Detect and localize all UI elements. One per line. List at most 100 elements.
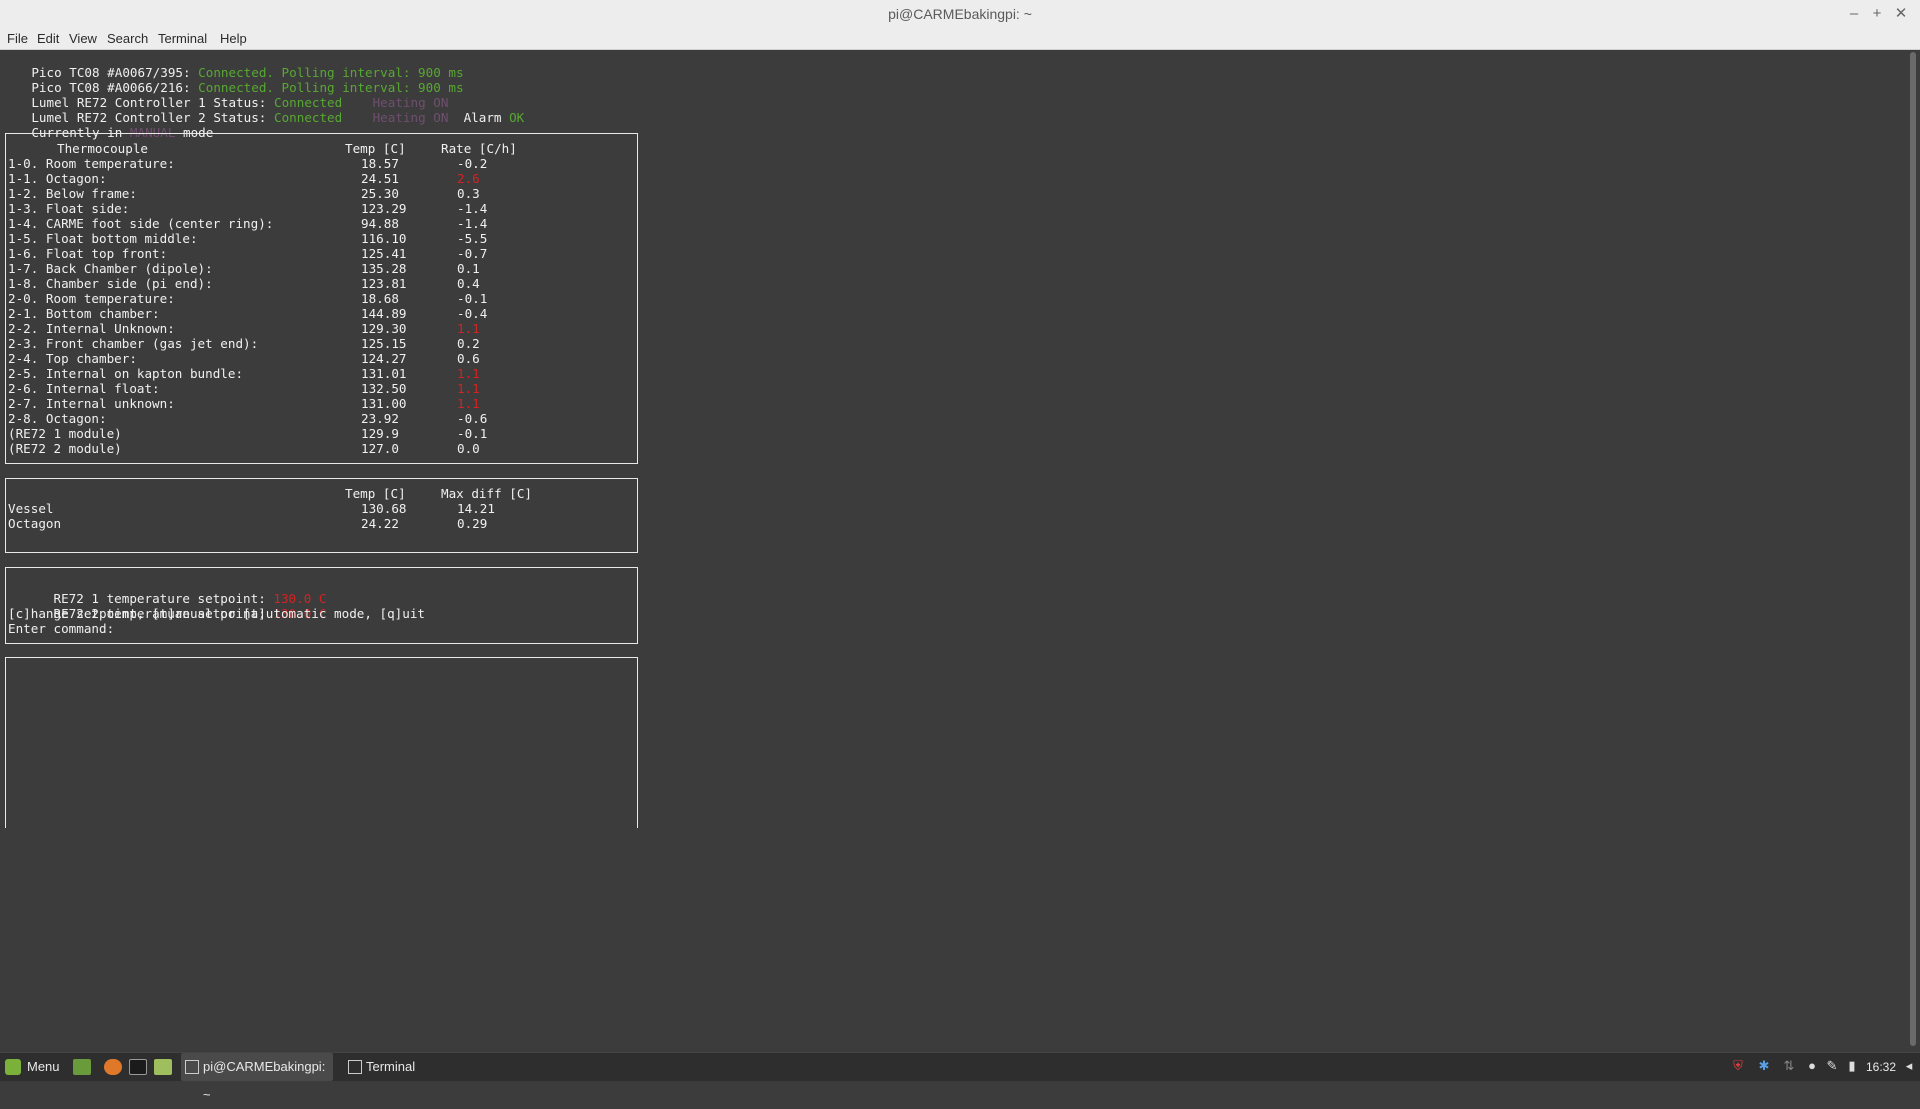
pico2-status-line: Pico TC08 #A0066/216: Connected. Polling… — [31, 80, 464, 95]
command-prompt[interactable]: Enter command: — [8, 621, 114, 636]
re72-2-connection: Connected — [273, 110, 343, 125]
tc-row-rate: 1.1 — [457, 321, 480, 336]
tc-row-rate: 0.0 — [457, 441, 480, 456]
tc-row-rate: -0.1 — [457, 291, 488, 306]
tc-row-name: 2-7. Internal unknown: — [8, 396, 175, 411]
header-rate: Rate [C/h] — [441, 141, 517, 156]
close-button[interactable]: ✕ — [1891, 4, 1911, 24]
scrollbar-thumb[interactable] — [1910, 52, 1916, 1046]
tc-row-temp: 132.50 — [361, 381, 407, 396]
terminal-scrollbar[interactable] — [1906, 50, 1920, 1050]
show-desktop-icon[interactable] — [73, 1059, 91, 1075]
tc-row-name: 2-6. Internal float: — [8, 381, 160, 396]
pen-icon[interactable]: ✎ — [1825, 1059, 1839, 1073]
terminal-area[interactable]: Pico TC08 #A0067/395: Connected. Polling… — [0, 50, 1905, 1050]
tc-row-rate: -0.2 — [457, 156, 488, 171]
tc-row-name: 2-5. Internal on kapton bundle: — [8, 366, 244, 381]
volume-icon[interactable]: ◂ — [1902, 1059, 1916, 1073]
mode-line: Currently in MANUAL mode — [31, 125, 214, 140]
tc-row-rate: 0.2 — [457, 336, 480, 351]
tc-row-temp: 23.92 — [361, 411, 399, 426]
tc-row-name: (RE72 1 module) — [8, 426, 122, 441]
start-menu-button[interactable]: Menu — [3, 1053, 63, 1081]
task-active-terminal[interactable]: pi@CARMEbakingpi: ~ — [181, 1053, 333, 1102]
tc-row-rate: -0.1 — [457, 426, 488, 441]
task-terminal-icon — [185, 1060, 199, 1074]
maximize-button[interactable]: + — [1867, 4, 1887, 24]
tc-row-rate: 0.1 — [457, 261, 480, 276]
tc-row-temp: 129.9 — [361, 426, 399, 441]
summary-table: Temp [C] Max diff [C] Vessel 130.68 14.2… — [5, 478, 638, 553]
mint-logo-icon — [5, 1059, 21, 1075]
header-temp: Temp [C] — [345, 141, 406, 156]
tc-row-name: 2-4. Top chamber: — [8, 351, 137, 366]
thermocouple-table: Thermocouple Temp [C] Rate [C/h] 1-0. Ro… — [5, 133, 638, 464]
user-icon[interactable]: ● — [1805, 1059, 1819, 1073]
tc-row-rate: 2.6 — [457, 171, 480, 186]
tc-row-temp: 18.57 — [361, 156, 399, 171]
tc-row-name: 1-0. Room temperature: — [8, 156, 175, 171]
summary-vessel-diff: 14.21 — [457, 501, 495, 516]
menu-help[interactable]: Help — [220, 30, 247, 48]
task-terminal[interactable]: Terminal — [346, 1053, 501, 1081]
tc-row-temp: 18.68 — [361, 291, 399, 306]
tc-row-name: 2-2. Internal Unknown: — [8, 321, 175, 336]
tc-row-name: 1-1. Octagon: — [8, 171, 107, 186]
tc-row-name: 2-1. Bottom chamber: — [8, 306, 160, 321]
log-panel — [5, 657, 638, 828]
files-icon[interactable] — [154, 1059, 172, 1075]
menu-edit[interactable]: Edit — [37, 30, 59, 48]
menu-file[interactable]: File — [7, 30, 28, 48]
firefox-icon[interactable] — [104, 1059, 122, 1075]
window-title: pi@CARMEbakingpi: ~ — [888, 6, 1032, 22]
pico1-status-line: Pico TC08 #A0067/395: Connected. Polling… — [31, 65, 464, 80]
tc-row-name: 1-3. Float side: — [8, 201, 130, 216]
tc-row-rate: 0.3 — [457, 186, 480, 201]
tc-row-rate: 1.1 — [457, 366, 480, 381]
summary-octagon-temp: 24.22 — [361, 516, 399, 531]
tc-row-temp: 124.27 — [361, 351, 407, 366]
tc-row-rate: 1.1 — [457, 381, 480, 396]
tc-row-name: 2-8. Octagon: — [8, 411, 107, 426]
network-icon[interactable]: ⇅ — [1782, 1059, 1796, 1073]
menu-search[interactable]: Search — [107, 30, 148, 48]
tc-row-rate: -0.4 — [457, 306, 488, 321]
tc-row-rate: 0.4 — [457, 276, 480, 291]
tc-row-temp: 131.01 — [361, 366, 407, 381]
tc-row-temp: 116.10 — [361, 231, 407, 246]
terminal-launcher-icon[interactable] — [129, 1059, 147, 1075]
command-panel: RE72 1 temperature setpoint: 130.0 C RE7… — [5, 567, 638, 644]
tc-row-name: 1-4. CARME foot side (center ring): — [8, 216, 274, 231]
re72-2-heating: Heating ON — [372, 110, 449, 125]
battery-icon[interactable]: ▮ — [1845, 1059, 1859, 1073]
minimize-button[interactable]: – — [1844, 4, 1864, 24]
summary-octagon-name: Octagon — [8, 516, 62, 531]
tc-row-rate: 0.6 — [457, 351, 480, 366]
summary-vessel-temp: 130.68 — [361, 501, 407, 516]
menu-terminal[interactable]: Terminal — [158, 30, 207, 48]
shield-icon[interactable]: ⛨ — [1731, 1059, 1745, 1073]
tc-row-rate: -0.7 — [457, 246, 488, 261]
task-terminal-icon-2 — [348, 1060, 362, 1074]
tc-row-temp: 131.00 — [361, 396, 407, 411]
tc-row-temp: 125.15 — [361, 336, 407, 351]
window-titlebar[interactable]: pi@CARMEbakingpi: ~ – + ✕ — [0, 0, 1920, 30]
header-thermocouple: Thermocouple — [57, 141, 148, 156]
tc-row-temp: 123.29 — [361, 201, 407, 216]
tc-row-name: 1-7. Back Chamber (dipole): — [8, 261, 213, 276]
tc-row-name: 2-3. Front chamber (gas jet end): — [8, 336, 259, 351]
task-label: Terminal — [366, 1059, 416, 1074]
re72-1-status-line: Lumel RE72 Controller 1 Status: Connecte… — [31, 95, 449, 110]
bluetooth-icon[interactable]: ✱ — [1757, 1059, 1771, 1073]
header-summary-temp: Temp [C] — [345, 486, 406, 501]
tc-row-name: 2-0. Room temperature: — [8, 291, 175, 306]
summary-vessel-name: Vessel — [8, 501, 54, 516]
tc-row-temp: 24.51 — [361, 171, 399, 186]
tc-row-temp: 144.89 — [361, 306, 407, 321]
menu-view[interactable]: View — [69, 30, 97, 48]
tc-row-temp: 123.81 — [361, 276, 407, 291]
clock[interactable]: 16:32 — [1866, 1053, 1896, 1081]
setpoint-1-line: RE72 1 temperature setpoint: 130.0 C — [53, 591, 327, 606]
menu-label: Menu — [27, 1059, 60, 1074]
re72-2-status-line: Lumel RE72 Controller 2 Status: Connecte… — [31, 110, 525, 125]
